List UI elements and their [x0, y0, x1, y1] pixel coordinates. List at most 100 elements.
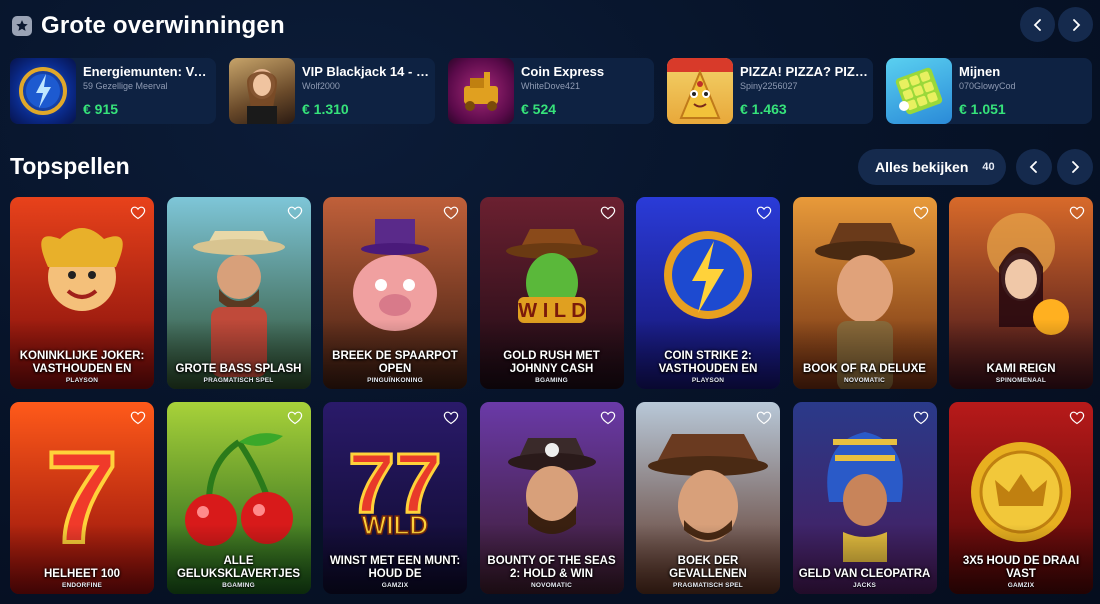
- game-provider: PLAYSON: [65, 377, 99, 384]
- win-amount: € 524: [521, 101, 557, 117]
- game-provider: PRAGMATISCH SPEL: [673, 582, 743, 589]
- win-user-name: 59 Gezellige Meerval: [83, 81, 168, 91]
- game-tile[interactable]: KAMI REIGN SPINOMENAAL: [949, 197, 1093, 389]
- favorite-button[interactable]: [1069, 410, 1085, 425]
- game-title: WINST MET EEN MUNT: HOUD DE: [329, 555, 461, 580]
- game-provider: JACKS: [852, 582, 877, 589]
- game-title: HELHEET 100: [43, 567, 121, 580]
- game-tile[interactable]: GROTE BASS SPLASH PRAGMATISCH SPEL: [166, 197, 311, 389]
- top-games-prev-button[interactable]: [1016, 149, 1052, 185]
- game-title: KONINKLIJKE JOKER: VASTHOUDEN EN: [19, 350, 145, 375]
- game-title: GOLD RUSH MET JOHNNY CASH: [503, 350, 600, 375]
- big-wins-list: Energiemunten: Vas... 59 Gezellige Meerv…: [10, 58, 1100, 124]
- game-tile[interactable]: KONINKLIJKE JOKER: VASTHOUDEN EN PLAYSON: [10, 197, 154, 389]
- favorite-button[interactable]: [130, 410, 146, 425]
- game-provider: SPINOMENAAL: [995, 377, 1047, 384]
- favorite-button[interactable]: [287, 205, 303, 220]
- game-provider: ENDORFINE: [61, 582, 103, 589]
- heart-icon: [287, 411, 302, 425]
- heart-icon: [913, 206, 928, 220]
- top-games-next-button[interactable]: [1057, 149, 1093, 185]
- game-tile[interactable]: 3X5 HOUD DE DRAAI VAST GAMZIX: [949, 402, 1093, 594]
- game-tile[interactable]: COIN STRIKE 2: VASTHOUDEN EN PLAYSON: [636, 197, 780, 389]
- game-tile[interactable]: GELD VAN CLEOPATRA JACKS: [792, 402, 937, 594]
- heart-icon: [756, 206, 772, 220]
- game-title: KAMI REIGN: [986, 362, 1056, 375]
- game-thumbnail: [886, 58, 952, 124]
- heart-icon: [756, 411, 772, 425]
- win-amount: € 1.051: [959, 101, 1006, 117]
- favorite-button[interactable]: [756, 410, 772, 425]
- win-user-name: Wolf2000: [302, 81, 340, 91]
- win-card[interactable]: Coin Express WhiteDove421 € 524: [448, 58, 654, 124]
- game-provider: PLAYSON: [691, 377, 725, 384]
- see-all-label: Alles bekijken: [875, 159, 969, 175]
- chevron-right-icon: [1072, 18, 1080, 31]
- game-tile[interactable]: 77WILDWINST MET EEN MUNT: HOUD DEGAMZIX: [323, 402, 467, 594]
- win-game-name: Mijnen: [959, 64, 1001, 79]
- favorite-button[interactable]: [1069, 205, 1085, 220]
- favorite-button[interactable]: [443, 205, 459, 220]
- win-card[interactable]: PIZZA! PIZZA? PIZZA! Spiny2256027 € 1.46…: [667, 58, 873, 124]
- game-title: BREEK DE SPAARPOT OPEN: [332, 350, 458, 375]
- big-wins-prev-button[interactable]: [1020, 7, 1055, 42]
- win-user-name: Spiny2256027: [740, 81, 798, 91]
- game-title: 3X5 HOUD DE DRAAI VAST: [962, 555, 1080, 580]
- game-tile[interactable]: W I L D GOLD RUSH MET JOHNNY CASH BGAMING: [479, 197, 624, 389]
- chevron-left-icon: [1029, 161, 1037, 173]
- favorite-button[interactable]: [130, 205, 146, 220]
- favorite-button[interactable]: [600, 205, 616, 220]
- win-card[interactable]: VIP Blackjack 14 - E... Wolf2000 € 1.310: [229, 58, 435, 124]
- big-wins-header: Grote overwinningen: [0, 3, 1100, 47]
- favorite-button[interactable]: [287, 410, 303, 425]
- favorite-button[interactable]: [443, 410, 459, 425]
- win-amount: € 915: [83, 101, 119, 117]
- star-icon: [12, 16, 32, 36]
- game-title: BOUNTY OF THE SEAS 2: HOLD & WIN: [487, 555, 616, 580]
- win-card[interactable]: Energiemunten: Vas... 59 Gezellige Meerv…: [10, 58, 216, 124]
- win-game-name: Coin Express: [521, 64, 605, 79]
- game-tile[interactable]: BREEK DE SPAARPOT OPEN PINGUÏNKONING: [323, 197, 467, 389]
- game-provider: BGAMING: [222, 582, 255, 589]
- win-amount: € 1.310: [302, 101, 349, 117]
- game-tile[interactable]: 7 HELHEET 100 ENDORFINE: [10, 402, 154, 594]
- big-wins-next-button[interactable]: [1058, 7, 1093, 42]
- heart-icon: [130, 411, 146, 425]
- see-all-button[interactable]: Alles bekijken 40: [858, 149, 1006, 185]
- win-game-name: Energiemunten: Vas...: [83, 64, 211, 79]
- game-thumbnail: [448, 58, 514, 124]
- game-title: BOEK DER GEVALLENEN: [669, 555, 747, 580]
- chevron-right-icon: [1072, 161, 1080, 173]
- game-provider: NOVOMATIC: [530, 582, 573, 589]
- game-tile[interactable]: BOOK OF RA DELUXE NOVOMATIC: [792, 197, 937, 389]
- game-tile[interactable]: ALLE GELUKSKLAVERTJES BGAMING: [166, 402, 311, 594]
- favorite-button[interactable]: [756, 205, 772, 220]
- game-provider: GAMZIX: [381, 582, 409, 589]
- win-amount: € 1.463: [740, 101, 787, 117]
- heart-icon: [600, 206, 615, 220]
- game-title: COIN STRIKE 2: VASTHOUDEN EN: [658, 350, 758, 375]
- game-title: ALLE GELUKSKLAVERTJES: [176, 555, 301, 580]
- game-title: BOOK OF RA DELUXE: [803, 362, 926, 375]
- favorite-button[interactable]: [913, 205, 929, 220]
- win-game-name: PIZZA! PIZZA? PIZZA!: [740, 64, 868, 79]
- heart-icon: [1069, 411, 1085, 425]
- win-card[interactable]: Mijnen 070GlowyCod € 1.051: [886, 58, 1092, 124]
- game-tile[interactable]: BOEK DER GEVALLENEN PRAGMATISCH SPEL: [636, 402, 780, 594]
- game-provider: PINGUÏNKONING: [367, 377, 423, 384]
- win-user-name: WhiteDove421: [521, 81, 581, 91]
- heart-icon: [600, 411, 615, 425]
- game-tile[interactable]: BOUNTY OF THE SEAS 2: HOLD & WIN NOVOMATI…: [479, 402, 624, 594]
- game-thumbnail: [229, 58, 295, 124]
- top-games-title: Topspellen: [10, 153, 130, 179]
- heart-icon: [130, 206, 146, 220]
- favorite-button[interactable]: [600, 410, 616, 425]
- game-title: GROTE BASS SPLASH: [175, 362, 302, 375]
- big-wins-title: Grote overwinningen: [41, 12, 285, 39]
- heart-icon: [443, 411, 459, 425]
- favorite-button[interactable]: [913, 410, 929, 425]
- heart-icon: [443, 206, 459, 220]
- heart-icon: [287, 206, 302, 220]
- heart-icon: [913, 411, 928, 425]
- game-provider: NOVOMATIC: [843, 377, 886, 384]
